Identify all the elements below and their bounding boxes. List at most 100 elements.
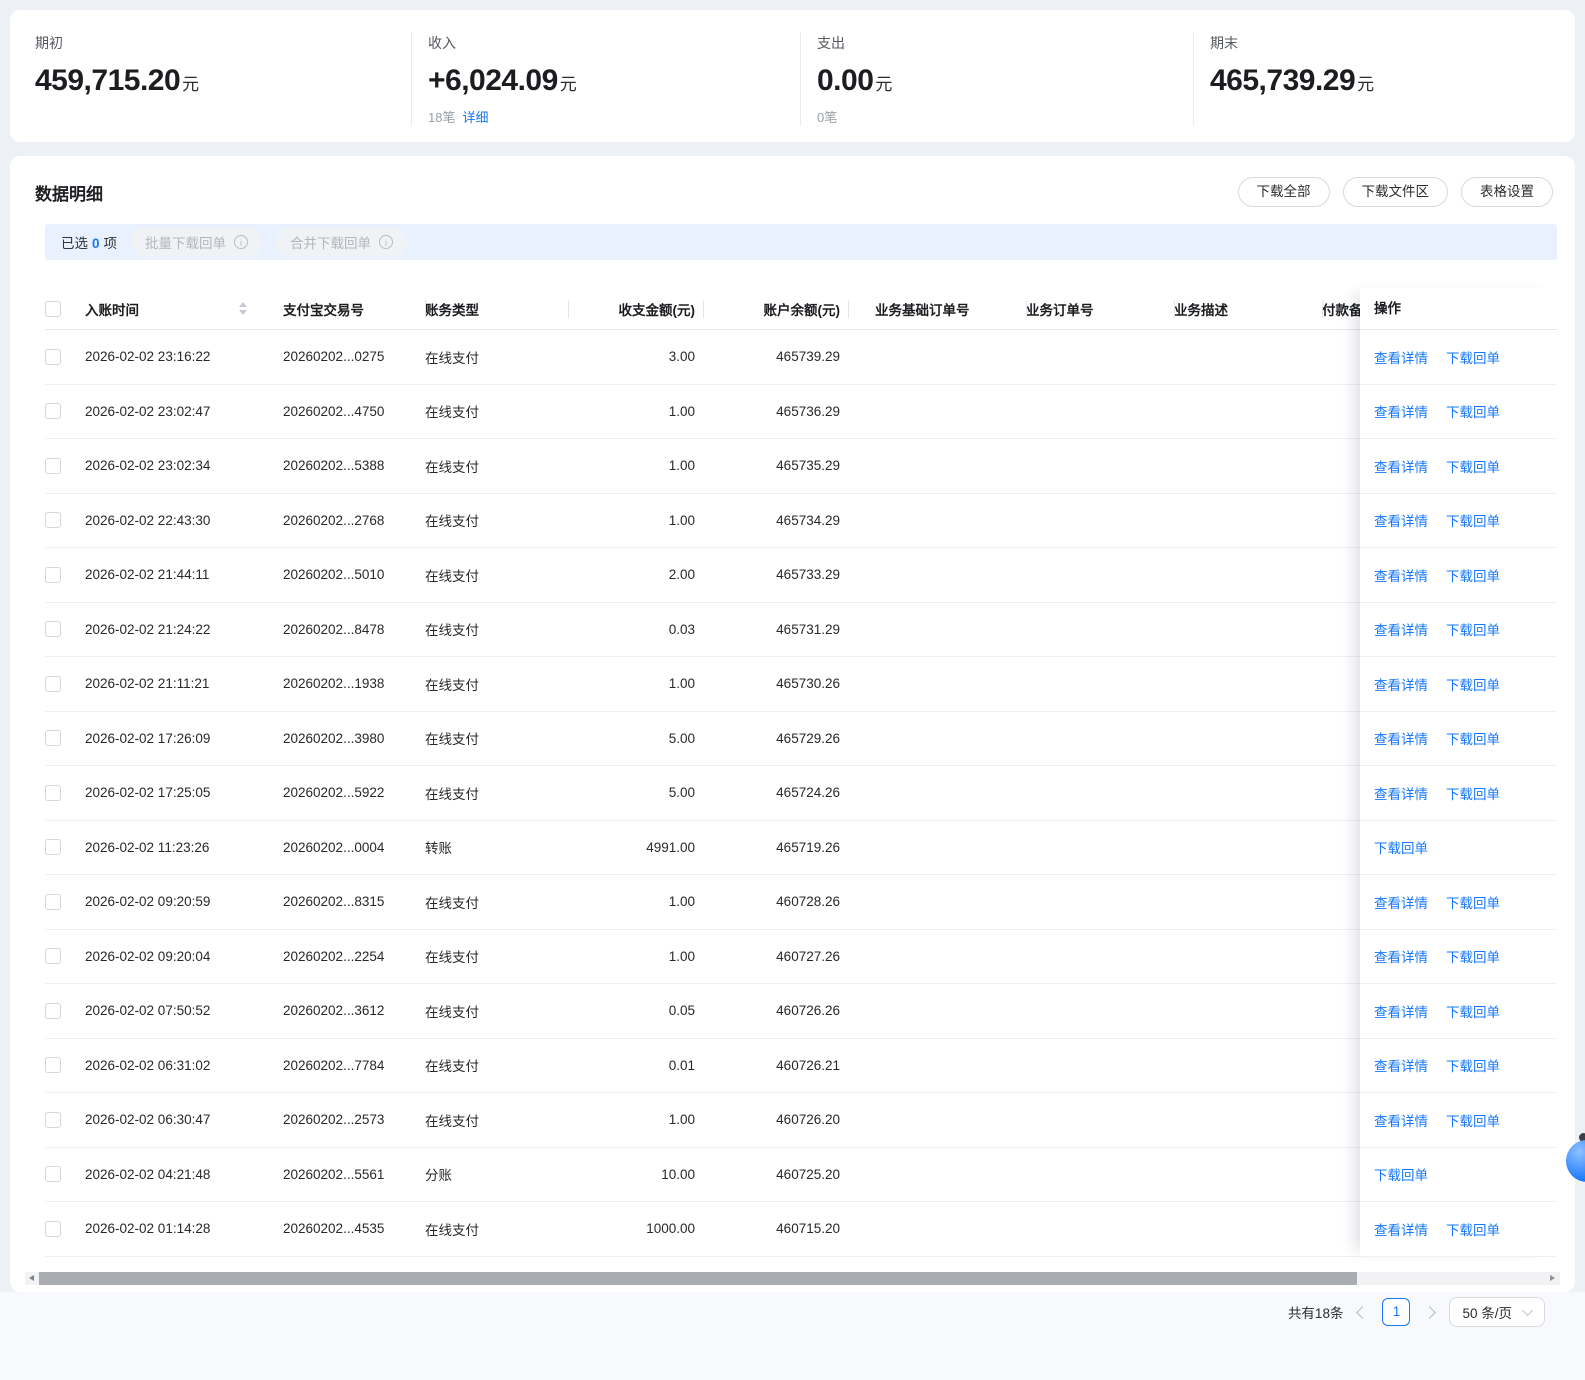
cell-alipay-txn-no: 20260202...3980 bbox=[283, 731, 425, 746]
download-receipt-link[interactable]: 下载回单 bbox=[1446, 946, 1500, 966]
download-receipt-link[interactable]: 下载回单 bbox=[1446, 1219, 1500, 1239]
view-details-link[interactable]: 查看详情 bbox=[1374, 565, 1428, 585]
download-receipt-link[interactable]: 下载回单 bbox=[1446, 347, 1500, 367]
row-checkbox[interactable] bbox=[45, 894, 61, 910]
view-details-link[interactable]: 查看详情 bbox=[1374, 456, 1428, 476]
cell-entry-time: 2026-02-02 04:21:48 bbox=[85, 1167, 283, 1182]
cell-amount: 1.00 bbox=[568, 404, 703, 419]
cell-alipay-txn-no: 20260202...8478 bbox=[283, 622, 425, 637]
download-receipt-link[interactable]: 下载回单 bbox=[1446, 565, 1500, 585]
download-receipt-link[interactable]: 下载回单 bbox=[1446, 456, 1500, 476]
column-header-base-order-no: 业务基础订单号 bbox=[848, 299, 1026, 319]
sort-icon[interactable] bbox=[239, 302, 247, 315]
row-checkbox[interactable] bbox=[45, 403, 61, 419]
download-receipt-link[interactable]: 下载回单 bbox=[1446, 619, 1500, 639]
download-receipt-link[interactable]: 下载回单 bbox=[1446, 1055, 1500, 1075]
view-details-link[interactable]: 查看详情 bbox=[1374, 728, 1428, 748]
cell-amount: 1.00 bbox=[568, 949, 703, 964]
row-checkbox[interactable] bbox=[45, 458, 61, 474]
row-checkbox[interactable] bbox=[45, 730, 61, 746]
download-receipt-link[interactable]: 下载回单 bbox=[1446, 1110, 1500, 1130]
row-checkbox[interactable] bbox=[45, 839, 61, 855]
cell-alipay-txn-no: 20260202...7784 bbox=[283, 1058, 425, 1073]
download-receipt-link[interactable]: 下载回单 bbox=[1446, 510, 1500, 530]
prev-page-icon[interactable] bbox=[1357, 1306, 1370, 1319]
download-receipt-link[interactable]: 下载回单 bbox=[1446, 1001, 1500, 1021]
row-checkbox[interactable] bbox=[45, 1166, 61, 1182]
view-details-link[interactable]: 查看详情 bbox=[1374, 1055, 1428, 1075]
summary-label: 收入 bbox=[428, 33, 800, 53]
action-row: 查看详情下载回单 bbox=[1360, 1202, 1557, 1257]
download-receipt-link[interactable]: 下载回单 bbox=[1446, 892, 1500, 912]
merge-download-receipt-button[interactable]: 合并下载回单 bbox=[276, 227, 407, 257]
view-details-link[interactable]: 查看详情 bbox=[1374, 1110, 1428, 1130]
summary-subline: 0笔 bbox=[817, 107, 1193, 126]
select-all-checkbox[interactable] bbox=[45, 301, 61, 317]
row-checkbox[interactable] bbox=[45, 1112, 61, 1128]
row-checkbox[interactable] bbox=[45, 349, 61, 365]
cell-alipay-txn-no: 20260202...1938 bbox=[283, 676, 425, 691]
batch-download-receipt-button[interactable]: 批量下载回单 bbox=[131, 227, 262, 257]
cell-amount: 2.00 bbox=[568, 567, 703, 582]
cell-balance: 460726.20 bbox=[703, 1112, 848, 1127]
row-checkbox[interactable] bbox=[45, 621, 61, 637]
selected-count: 0 bbox=[92, 236, 100, 251]
table-row: 2026-02-02 11:23:2620260202...0004转账4991… bbox=[45, 821, 1557, 876]
row-checkbox[interactable] bbox=[45, 948, 61, 964]
view-details-link[interactable]: 查看详情 bbox=[1374, 783, 1428, 803]
row-checkbox[interactable] bbox=[45, 1221, 61, 1237]
download-receipt-link[interactable]: 下载回单 bbox=[1446, 401, 1500, 421]
row-checkbox[interactable] bbox=[45, 567, 61, 583]
table-settings-button[interactable]: 表格设置 bbox=[1461, 177, 1553, 207]
view-details-link[interactable]: 查看详情 bbox=[1374, 946, 1428, 966]
table-row: 2026-02-02 04:21:4820260202...5561分账10.0… bbox=[45, 1148, 1557, 1203]
download-receipt-link[interactable]: 下载回单 bbox=[1446, 783, 1500, 803]
download-receipt-link[interactable]: 下载回单 bbox=[1374, 837, 1428, 857]
row-checkbox[interactable] bbox=[45, 512, 61, 528]
row-checkbox[interactable] bbox=[45, 676, 61, 692]
column-header-entry-time[interactable]: 入账时间 bbox=[85, 299, 283, 319]
table-row: 2026-02-02 09:20:0420260202...2254在线支付1.… bbox=[45, 930, 1557, 985]
cell-entry-time: 2026-02-02 23:02:47 bbox=[85, 404, 283, 419]
view-details-link[interactable]: 查看详情 bbox=[1374, 892, 1428, 912]
row-checkbox[interactable] bbox=[45, 785, 61, 801]
scroll-left-arrow-icon[interactable] bbox=[25, 1272, 39, 1285]
view-details-link[interactable]: 查看详情 bbox=[1374, 347, 1428, 367]
cell-account-type: 在线支付 bbox=[425, 728, 568, 748]
sort-asc-icon bbox=[239, 302, 247, 307]
view-details-link[interactable]: 查看详情 bbox=[1374, 510, 1428, 530]
cell-alipay-txn-no: 20260202...4535 bbox=[283, 1221, 425, 1236]
page-number-button[interactable]: 1 bbox=[1382, 1298, 1410, 1326]
view-details-link[interactable]: 查看详情 bbox=[1374, 1001, 1428, 1021]
next-page-icon[interactable] bbox=[1424, 1306, 1437, 1319]
summary-value: 459,715.20元 bbox=[35, 64, 411, 98]
row-checkbox[interactable] bbox=[45, 1003, 61, 1019]
summary-label: 期末 bbox=[1210, 33, 1575, 53]
cell-entry-time: 2026-02-02 23:16:22 bbox=[85, 349, 283, 364]
download-receipt-link[interactable]: 下载回单 bbox=[1446, 674, 1500, 694]
cell-balance: 460728.26 bbox=[703, 894, 848, 909]
cell-entry-time: 2026-02-02 17:26:09 bbox=[85, 731, 283, 746]
row-checkbox-cell bbox=[45, 1112, 85, 1128]
income-detail-link[interactable]: 详细 bbox=[462, 110, 488, 125]
download-all-button[interactable]: 下载全部 bbox=[1238, 177, 1330, 207]
view-details-link[interactable]: 查看详情 bbox=[1374, 1219, 1428, 1239]
cell-account-type: 分账 bbox=[425, 1164, 568, 1184]
scroll-right-arrow-icon[interactable] bbox=[1545, 1272, 1559, 1285]
view-details-link[interactable]: 查看详情 bbox=[1374, 619, 1428, 639]
view-details-link[interactable]: 查看详情 bbox=[1374, 674, 1428, 694]
download-receipt-link[interactable]: 下载回单 bbox=[1374, 1164, 1428, 1184]
horizontal-scrollbar[interactable] bbox=[25, 1272, 1560, 1285]
download-file-area-button[interactable]: 下载文件区 bbox=[1343, 177, 1449, 207]
view-details-link[interactable]: 查看详情 bbox=[1374, 401, 1428, 421]
row-checkbox[interactable] bbox=[45, 1057, 61, 1073]
table-row: 2026-02-02 17:26:0920260202...3980在线支付5.… bbox=[45, 712, 1557, 767]
cell-entry-time: 2026-02-02 22:43:30 bbox=[85, 513, 283, 528]
action-row: 查看详情下载回单 bbox=[1360, 330, 1557, 385]
download-receipt-link[interactable]: 下载回单 bbox=[1446, 728, 1500, 748]
scrollbar-thumb[interactable] bbox=[39, 1272, 1357, 1285]
cell-entry-time: 2026-02-02 17:25:05 bbox=[85, 785, 283, 800]
cell-alipay-txn-no: 20260202...2254 bbox=[283, 949, 425, 964]
page-size-select[interactable]: 50 条/页 bbox=[1449, 1297, 1545, 1327]
transaction-count: 0笔 bbox=[817, 110, 837, 125]
